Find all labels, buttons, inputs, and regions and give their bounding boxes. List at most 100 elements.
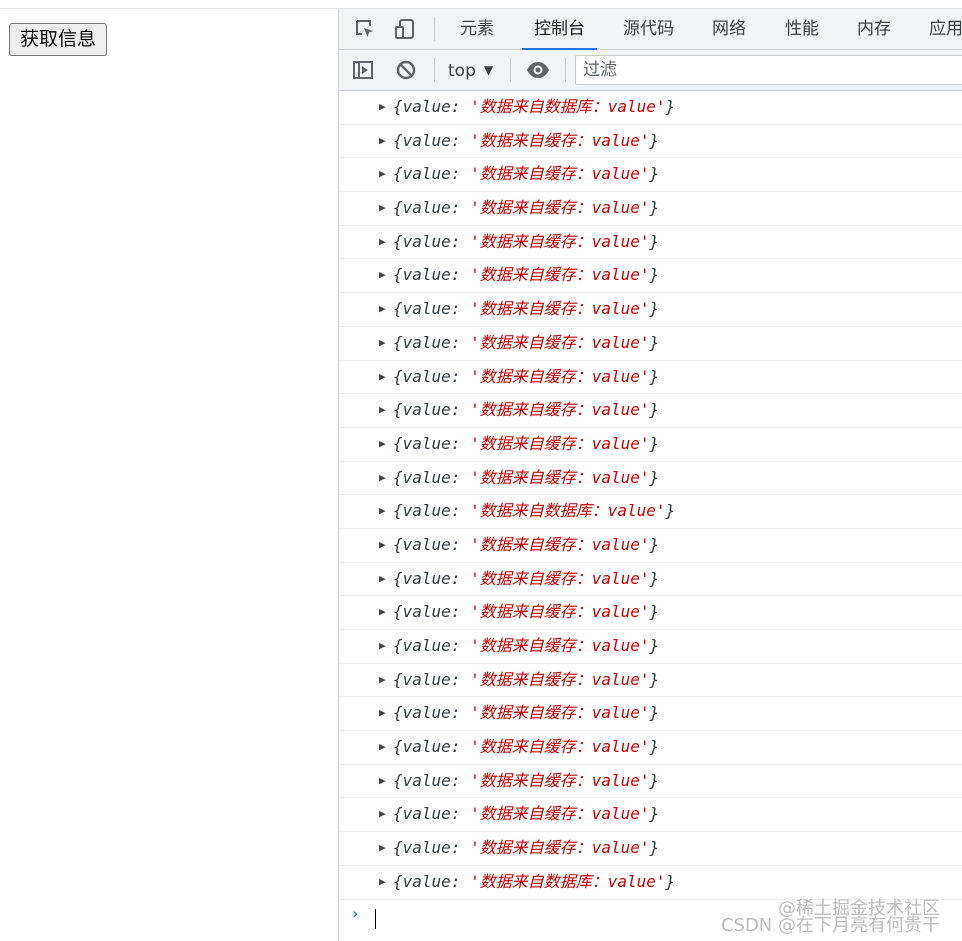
expand-triangle-icon[interactable]: ▶ xyxy=(379,361,386,393)
expand-triangle-icon[interactable]: ▶ xyxy=(379,731,386,763)
open-brace: { xyxy=(393,231,403,251)
expand-triangle-icon[interactable]: ▶ xyxy=(379,630,386,662)
console-log-row[interactable]: ▶ {value: '数据来自缓存：value'} xyxy=(339,192,962,226)
live-expression-eye-icon[interactable] xyxy=(526,59,549,81)
show-sidebar-icon[interactable] xyxy=(352,59,374,81)
open-brace: { xyxy=(393,534,403,554)
expand-triangle-icon[interactable]: ▶ xyxy=(379,259,386,291)
console-log-row[interactable]: ▶ {value: '数据来自缓存：value'} xyxy=(339,630,962,664)
expand-triangle-icon[interactable]: ▶ xyxy=(379,428,386,460)
quote: ' xyxy=(470,602,480,622)
close-brace: } xyxy=(649,366,660,386)
expand-triangle-icon[interactable]: ▶ xyxy=(379,394,386,426)
object-key: value xyxy=(402,871,451,891)
console-log-row[interactable]: ▶ {value: '数据来自数据库：value'} xyxy=(339,91,962,125)
expand-triangle-icon[interactable]: ▶ xyxy=(379,91,386,123)
expand-triangle-icon[interactable]: ▶ xyxy=(379,664,386,696)
quote: ' xyxy=(470,501,480,521)
tab-memory[interactable]: 内存 xyxy=(857,9,891,49)
expand-triangle-icon[interactable]: ▶ xyxy=(379,158,386,190)
console-log-row[interactable]: ▶ {value: '数据来自缓存：value'} xyxy=(339,361,962,395)
tab-console[interactable]: 控制台 xyxy=(522,9,597,50)
close-brace: } xyxy=(665,871,676,891)
console-prompt-row[interactable]: › xyxy=(339,900,962,934)
close-brace: } xyxy=(649,602,660,622)
console-log-row[interactable]: ▶ {value: '数据来自数据库：value'} xyxy=(339,495,962,529)
colon: : xyxy=(450,97,471,116)
console-log-row[interactable]: ▶ {value: '数据来自缓存：value'} xyxy=(339,697,962,732)
toolbar-separator xyxy=(565,58,566,82)
tab-network[interactable]: 网络 xyxy=(712,9,746,49)
context-selector[interactable]: top ▼ xyxy=(448,50,493,90)
quote: ' xyxy=(470,198,480,218)
text-cursor xyxy=(375,908,376,929)
object-string-value: 数据来自缓存：value xyxy=(479,164,640,184)
console-log-row[interactable]: ▶ {value: '数据来自缓存：value'} xyxy=(339,596,962,630)
quote: ' xyxy=(470,804,480,824)
devtools-tab-bar: 元素 控制台 源代码 网络 性能 内存 应用 xyxy=(339,9,962,50)
expand-triangle-icon[interactable]: ▶ xyxy=(379,327,386,359)
clear-console-icon[interactable] xyxy=(395,59,417,81)
expand-triangle-icon[interactable]: ▶ xyxy=(379,125,386,157)
object-string-value: 数据来自缓存：value xyxy=(479,838,640,858)
tab-performance[interactable]: 性能 xyxy=(785,9,819,49)
quote: ' xyxy=(470,568,480,588)
open-brace: { xyxy=(393,669,403,689)
expand-triangle-icon[interactable]: ▶ xyxy=(379,293,386,325)
get-info-button[interactable]: 获取信息 xyxy=(9,23,108,56)
colon: : xyxy=(450,871,471,891)
expand-triangle-icon[interactable]: ▶ xyxy=(379,192,386,224)
console-log-row[interactable]: ▶ {value: '数据来自缓存：value'} xyxy=(339,327,962,361)
close-brace: } xyxy=(649,804,660,824)
console-log-row[interactable]: ▶ {value: '数据来自缓存：value'} xyxy=(339,832,962,866)
console-log-row[interactable]: ▶ {value: '数据来自缓存：value'} xyxy=(339,765,962,799)
console-log-row[interactable]: ▶ {value: '数据来自缓存：value'} xyxy=(339,158,962,193)
console-log-row[interactable]: ▶ {value: '数据来自数据库：value'} xyxy=(339,866,962,900)
expand-triangle-icon[interactable]: ▶ xyxy=(379,226,386,258)
object-string-value: 数据来自数据库：value xyxy=(479,97,656,116)
quote: ' xyxy=(639,130,650,150)
expand-triangle-icon[interactable]: ▶ xyxy=(379,832,386,864)
close-brace: } xyxy=(649,265,660,285)
console-log-row[interactable]: ▶ {value: '数据来自缓存：value'} xyxy=(339,125,962,159)
quote: ' xyxy=(639,332,650,352)
device-toolbar-icon[interactable] xyxy=(394,18,416,40)
console-log-row[interactable]: ▶ {value: '数据来自缓存：value'} xyxy=(339,731,962,765)
expand-triangle-icon[interactable]: ▶ xyxy=(379,697,386,729)
tab-sources[interactable]: 源代码 xyxy=(623,9,674,49)
expand-triangle-icon[interactable]: ▶ xyxy=(379,798,386,830)
console-log-row[interactable]: ▶ {value: '数据来自缓存：value'} xyxy=(339,529,962,563)
quote: ' xyxy=(639,804,650,824)
console-log-row[interactable]: ▶ {value: '数据来自缓存：value'} xyxy=(339,563,962,597)
object-string-value: 数据来自缓存：value xyxy=(479,636,640,655)
console-log-row[interactable]: ▶ {value: '数据来自缓存：value'} xyxy=(339,259,962,294)
console-log-row[interactable]: ▶ {value: '数据来自缓存：value'} xyxy=(339,798,962,833)
toolbar-separator xyxy=(510,58,511,82)
console-log-row[interactable]: ▶ {value: '数据来自缓存：value'} xyxy=(339,664,962,698)
expand-triangle-icon[interactable]: ▶ xyxy=(379,765,386,797)
console-log-row[interactable]: ▶ {value: '数据来自缓存：value'} xyxy=(339,394,962,428)
open-brace: { xyxy=(393,433,403,453)
expand-triangle-icon[interactable]: ▶ xyxy=(379,495,386,527)
filter-input[interactable] xyxy=(576,56,962,84)
expand-triangle-icon[interactable]: ▶ xyxy=(379,563,386,595)
quote: ' xyxy=(639,602,650,622)
tab-application[interactable]: 应用 xyxy=(929,9,962,49)
quote: ' xyxy=(639,669,650,689)
quote: ' xyxy=(470,534,480,554)
expand-triangle-icon[interactable]: ▶ xyxy=(379,866,386,898)
console-log-row[interactable]: ▶ {value: '数据来自缓存：value'} xyxy=(339,428,962,462)
console-log-row[interactable]: ▶ {value: '数据来自缓存：value'} xyxy=(339,293,962,327)
expand-triangle-icon[interactable]: ▶ xyxy=(379,529,386,561)
expand-triangle-icon[interactable]: ▶ xyxy=(379,596,386,628)
console-log-row[interactable]: ▶ {value: '数据来自缓存：value'} xyxy=(339,462,962,496)
expand-triangle-icon[interactable]: ▶ xyxy=(379,462,386,494)
inspect-element-icon[interactable] xyxy=(354,18,376,40)
log-object: {value: '数据来自数据库：value'} xyxy=(393,866,675,898)
object-string-value: 数据来自缓存：value xyxy=(479,669,640,689)
console-log-row[interactable]: ▶ {value: '数据来自缓存：value'} xyxy=(339,226,962,260)
colon: : xyxy=(450,433,471,453)
tab-elements[interactable]: 元素 xyxy=(460,9,494,49)
open-brace: { xyxy=(393,467,403,487)
quote: ' xyxy=(639,467,650,487)
